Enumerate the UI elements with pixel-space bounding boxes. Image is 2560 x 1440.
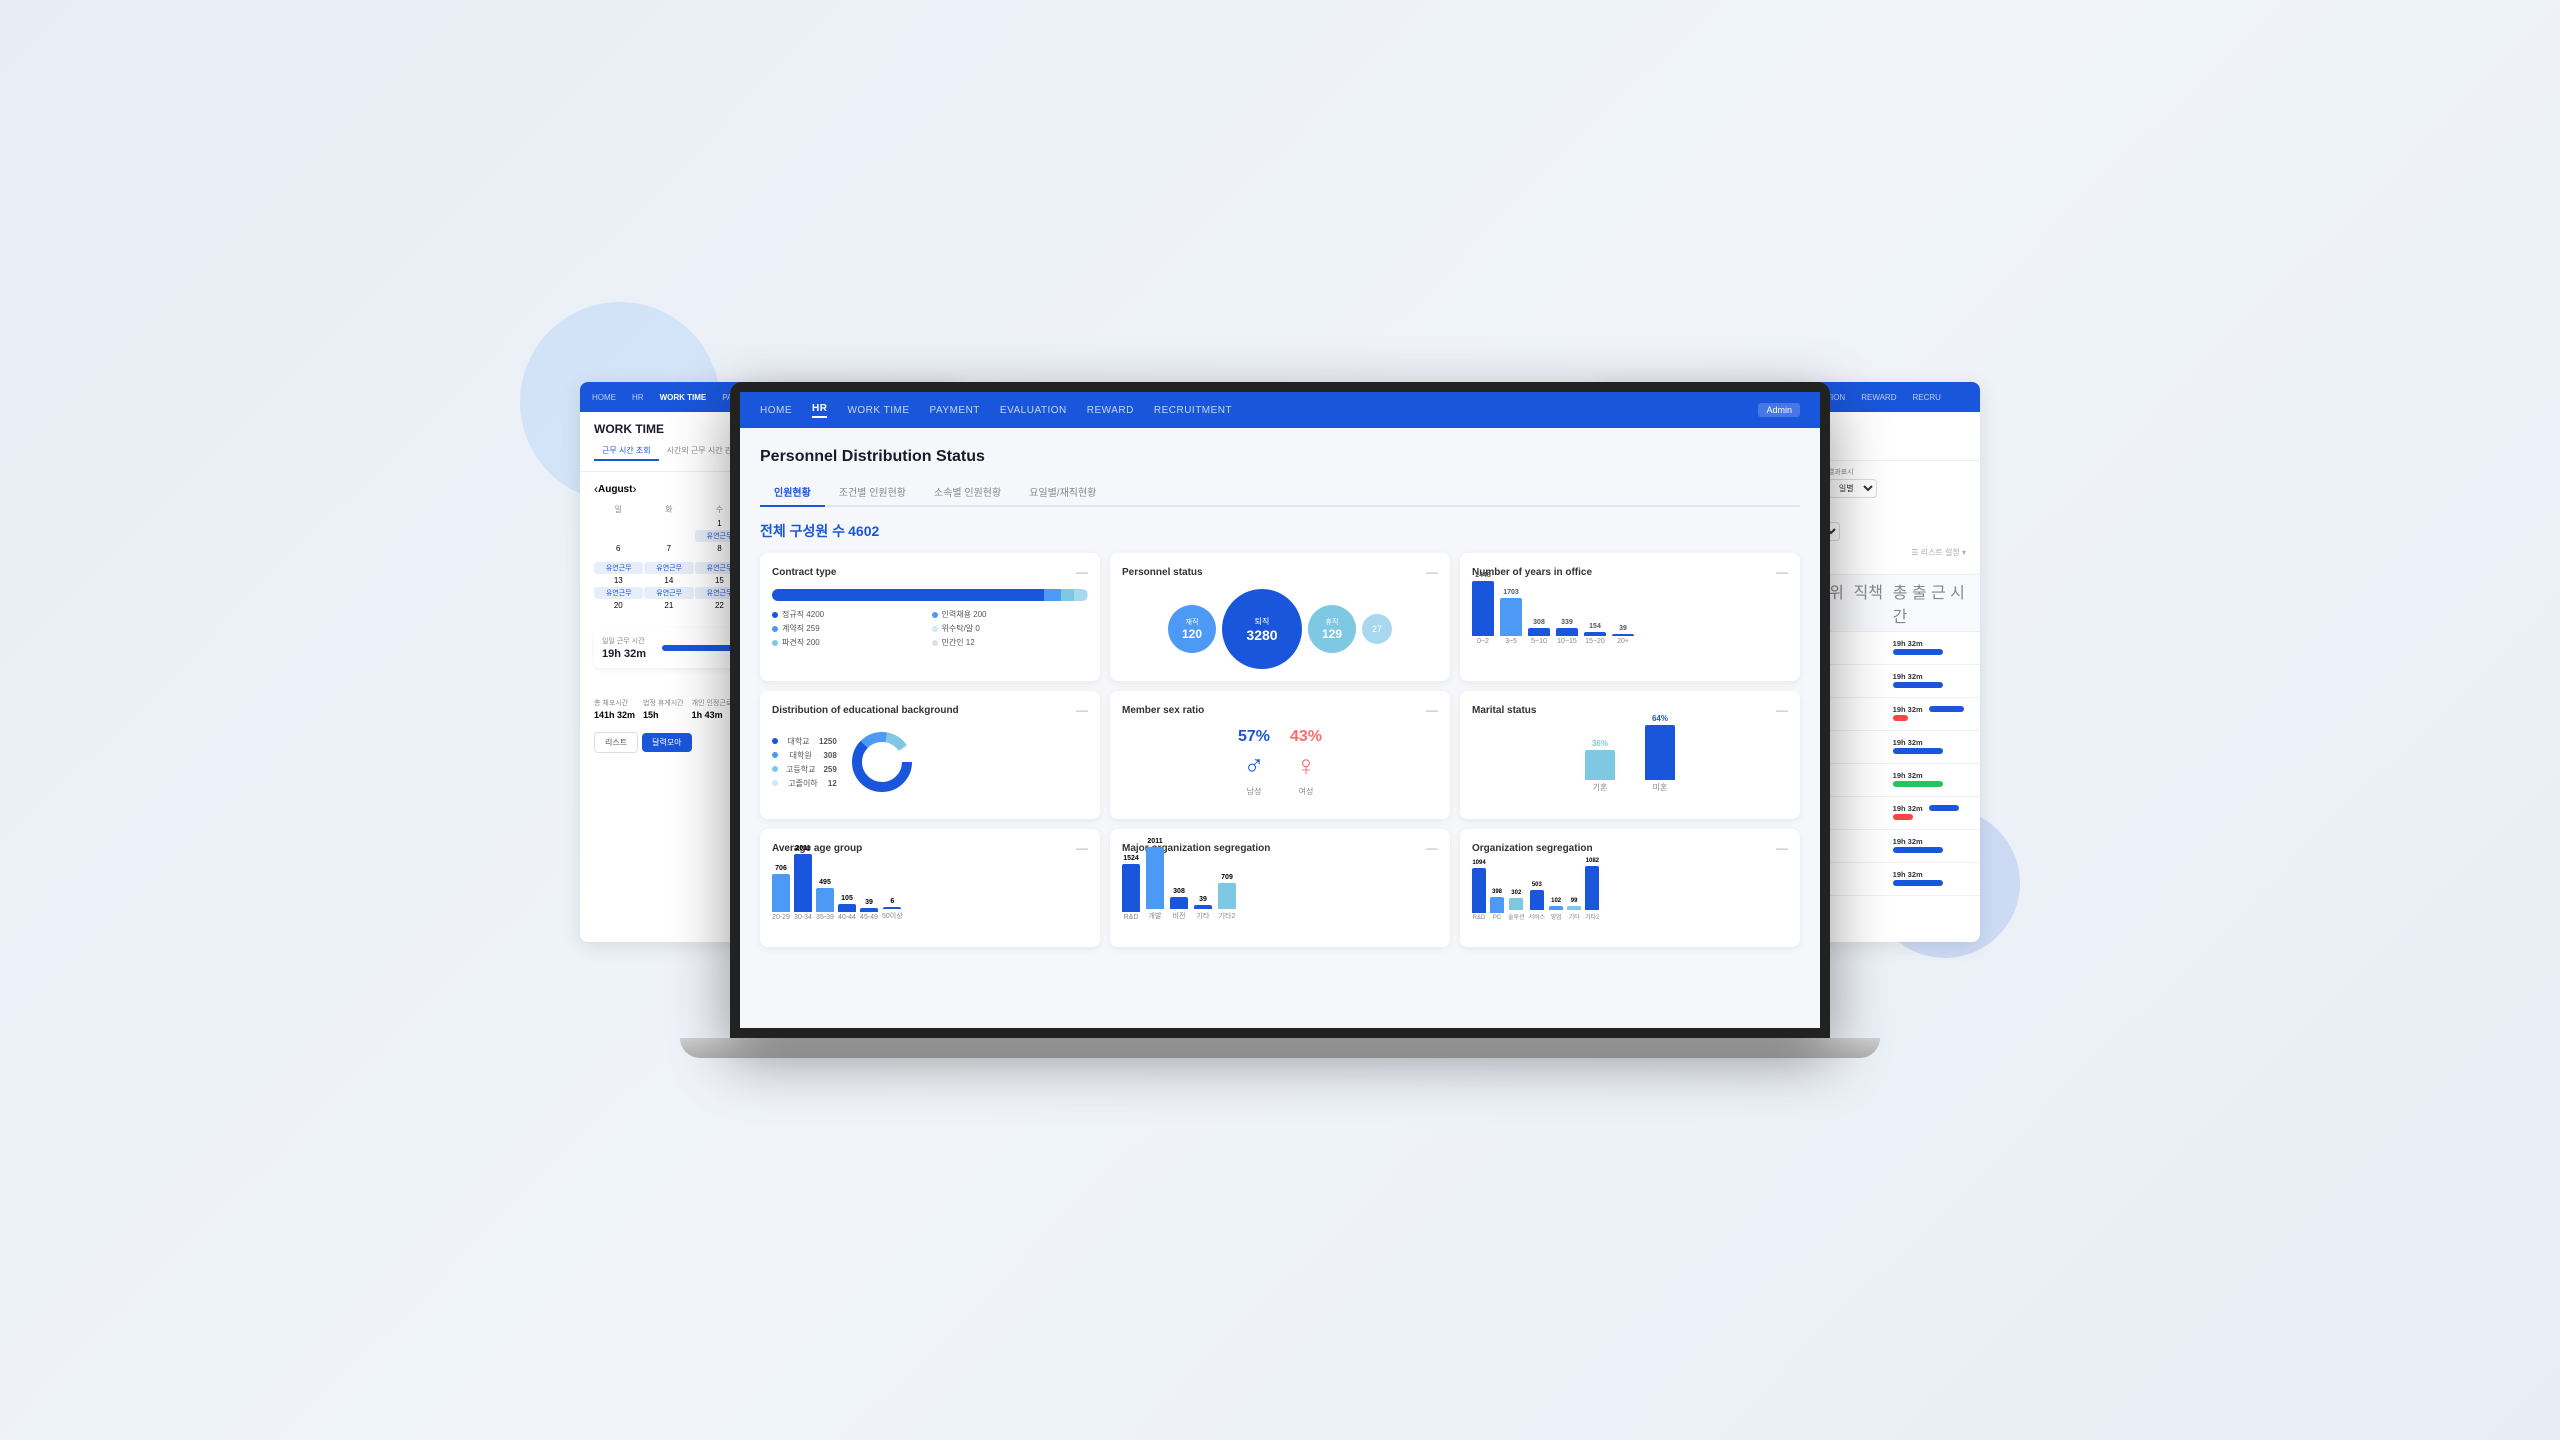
nav-eval[interactable]: EVALUATION: [1000, 405, 1067, 416]
calendar-view-btn[interactable]: 달력모아: [642, 733, 691, 752]
sex-ratio-menu[interactable]: —: [1426, 703, 1438, 717]
right-nav-reward[interactable]: REWARD: [1861, 393, 1896, 402]
left-tab-0[interactable]: 근무 시간 조회: [594, 442, 659, 461]
bar-seg-3: [1061, 589, 1074, 601]
filter-result-select[interactable]: 일별: [1828, 479, 1877, 498]
nav-reward[interactable]: REWARD: [1087, 405, 1134, 416]
laptop-base: [680, 1038, 1880, 1058]
years-chart: 2448 0~2 1703 3~5 308 5~10: [1472, 589, 1788, 659]
personnel-status-title: Personnel status: [1122, 567, 1203, 578]
marital-menu[interactable]: —: [1776, 703, 1788, 717]
org-seg-card: Organization segregation — 1094 R&D 398 …: [1460, 829, 1800, 947]
tab-dept[interactable]: 소속별 인원현황: [920, 478, 1015, 507]
daily-value: 19h 32m: [602, 648, 646, 660]
donut-chart: [847, 727, 917, 797]
bubble-4: 27: [1362, 614, 1392, 644]
org-seg-chart: 1094 R&D 398 PC 302 솔루션: [1472, 865, 1788, 935]
male-label: 남성: [1247, 786, 1262, 797]
education-card: Distribution of educational background —…: [760, 691, 1100, 819]
list-style-dropdown[interactable]: ☰ 리스트 설정 ▾: [1911, 547, 1966, 568]
org-seg-menu[interactable]: —: [1776, 841, 1788, 855]
personnel-status-card: Personnel status — 재직 120 퇴직 3280: [1110, 553, 1450, 681]
bar-seg-5: [1087, 589, 1088, 601]
sex-ratio-title: Member sex ratio: [1122, 705, 1204, 716]
right-nav-recru[interactable]: RECRU: [1912, 393, 1940, 402]
contract-legend: 정규직 4200 인력채용 200 계약직 259 위수탁/알 0 파견직 20…: [772, 609, 1088, 648]
age-group-menu[interactable]: —: [1076, 841, 1088, 855]
page-title: Personnel Distribution Status: [760, 448, 1800, 466]
major-org-card: Major organization segregation — 1524 R&…: [1110, 829, 1450, 947]
total-count: 전체 구성원 수 4602: [760, 521, 1800, 541]
cards-grid: Contract type — 정규직 4200 인력채용 200 계약직 25…: [760, 553, 1800, 947]
personnel-status-menu[interactable]: —: [1426, 565, 1438, 579]
personnel-bubbles: 재직 120 퇴직 3280 휴직 129 27: [1122, 589, 1438, 669]
female-label: 여성: [1299, 786, 1314, 797]
nav-home[interactable]: HOME: [760, 405, 792, 416]
main-tabs: 인원현황 조건별 인원현황 소속별 인원현황 요일별/재직현황: [760, 478, 1800, 507]
bubble-2: 퇴직 3280: [1222, 589, 1302, 669]
main-screen: HOME HR WORK TIME PAYMENT EVALUATION REW…: [730, 382, 1830, 1038]
list-view-btn[interactable]: 리스트: [594, 732, 638, 753]
years-menu[interactable]: —: [1776, 565, 1788, 579]
edu-content: 대학교 1250 대학원 308 고등학교 259: [772, 727, 1088, 797]
bubble-1: 재직 120: [1168, 605, 1216, 653]
contract-type-title: Contract type: [772, 567, 836, 578]
marital-status-title: Marital status: [1472, 705, 1536, 716]
tab-dayoff[interactable]: 요일별/재직현황: [1015, 478, 1110, 507]
left-nav-worktime[interactable]: WORK TIME: [660, 393, 707, 402]
age-chart: 706 20-29 2011 30-34 495 35-39: [772, 865, 1088, 935]
filter-result-label: 결과표시: [1828, 467, 1877, 477]
daily-label: 일일 근무 시간: [602, 636, 646, 646]
male-pct: 57%: [1238, 728, 1270, 746]
bar-seg-1: [772, 589, 1044, 601]
calendar-month: August: [598, 484, 632, 495]
years-in-office-card: Number of years in office — 2448 0~2 170…: [1460, 553, 1800, 681]
education-menu[interactable]: —: [1076, 703, 1088, 717]
left-nav-hr[interactable]: HR: [632, 393, 644, 402]
tab-personnel[interactable]: 인원현황: [760, 478, 825, 507]
contract-type-card: Contract type — 정규직 4200 인력채용 200 계약직 25…: [760, 553, 1100, 681]
age-group-card: Average age group — 706 20-29 2011 30-34: [760, 829, 1100, 947]
female-pct: 43%: [1290, 728, 1322, 746]
th-type: 직책: [1854, 579, 1893, 627]
age-group-title: Average age group: [772, 843, 862, 854]
bar-seg-2: [1044, 589, 1061, 601]
male-icon: ♂: [1243, 750, 1264, 782]
contract-type-menu[interactable]: —: [1076, 565, 1088, 579]
marital-status-card: Marital status — 36% 기혼 64% 미혼: [1460, 691, 1800, 819]
main-nav: HOME HR WORK TIME PAYMENT EVALUATION REW…: [740, 392, 1820, 428]
left-nav-home[interactable]: HOME: [592, 393, 616, 402]
female-icon: ♀: [1296, 750, 1317, 782]
bubble-3: 휴직 129: [1308, 605, 1356, 653]
major-org-chart: 1524 R&D 2011 개발 308 비전: [1122, 865, 1438, 935]
nav-worktime[interactable]: WORK TIME: [847, 405, 909, 416]
contract-type-bar: [772, 589, 1088, 601]
total-value: 4602: [848, 523, 879, 539]
th-hours: 총 출 근 시간: [1893, 579, 1966, 627]
bar-seg-4: [1074, 589, 1087, 601]
nav-payment[interactable]: PAYMENT: [930, 405, 980, 416]
marital-chart: 36% 기혼 64% 미혼: [1472, 727, 1788, 807]
org-seg-title: Organization segregation: [1472, 843, 1593, 854]
next-month-btn[interactable]: ›: [632, 482, 636, 496]
sex-ratio-chart: 57% ♂ 남성 43% ♀ 여성: [1122, 727, 1438, 807]
admin-badge: Admin: [1758, 403, 1800, 417]
major-org-menu[interactable]: —: [1426, 841, 1438, 855]
total-label: 전체 구성원 수: [760, 523, 845, 539]
main-content-area: Personnel Distribution Status 인원현황 조건별 인…: [740, 428, 1820, 1028]
education-title: Distribution of educational background: [772, 705, 959, 716]
major-org-title: Major organization segregation: [1122, 843, 1270, 854]
tab-condition[interactable]: 조건별 인원현황: [825, 478, 920, 507]
nav-hr[interactable]: HR: [812, 403, 827, 418]
sex-ratio-card: Member sex ratio — 57% ♂ 남성 43% ♀ 여성: [1110, 691, 1450, 819]
nav-recruit[interactable]: RECRUITMENT: [1154, 405, 1232, 416]
